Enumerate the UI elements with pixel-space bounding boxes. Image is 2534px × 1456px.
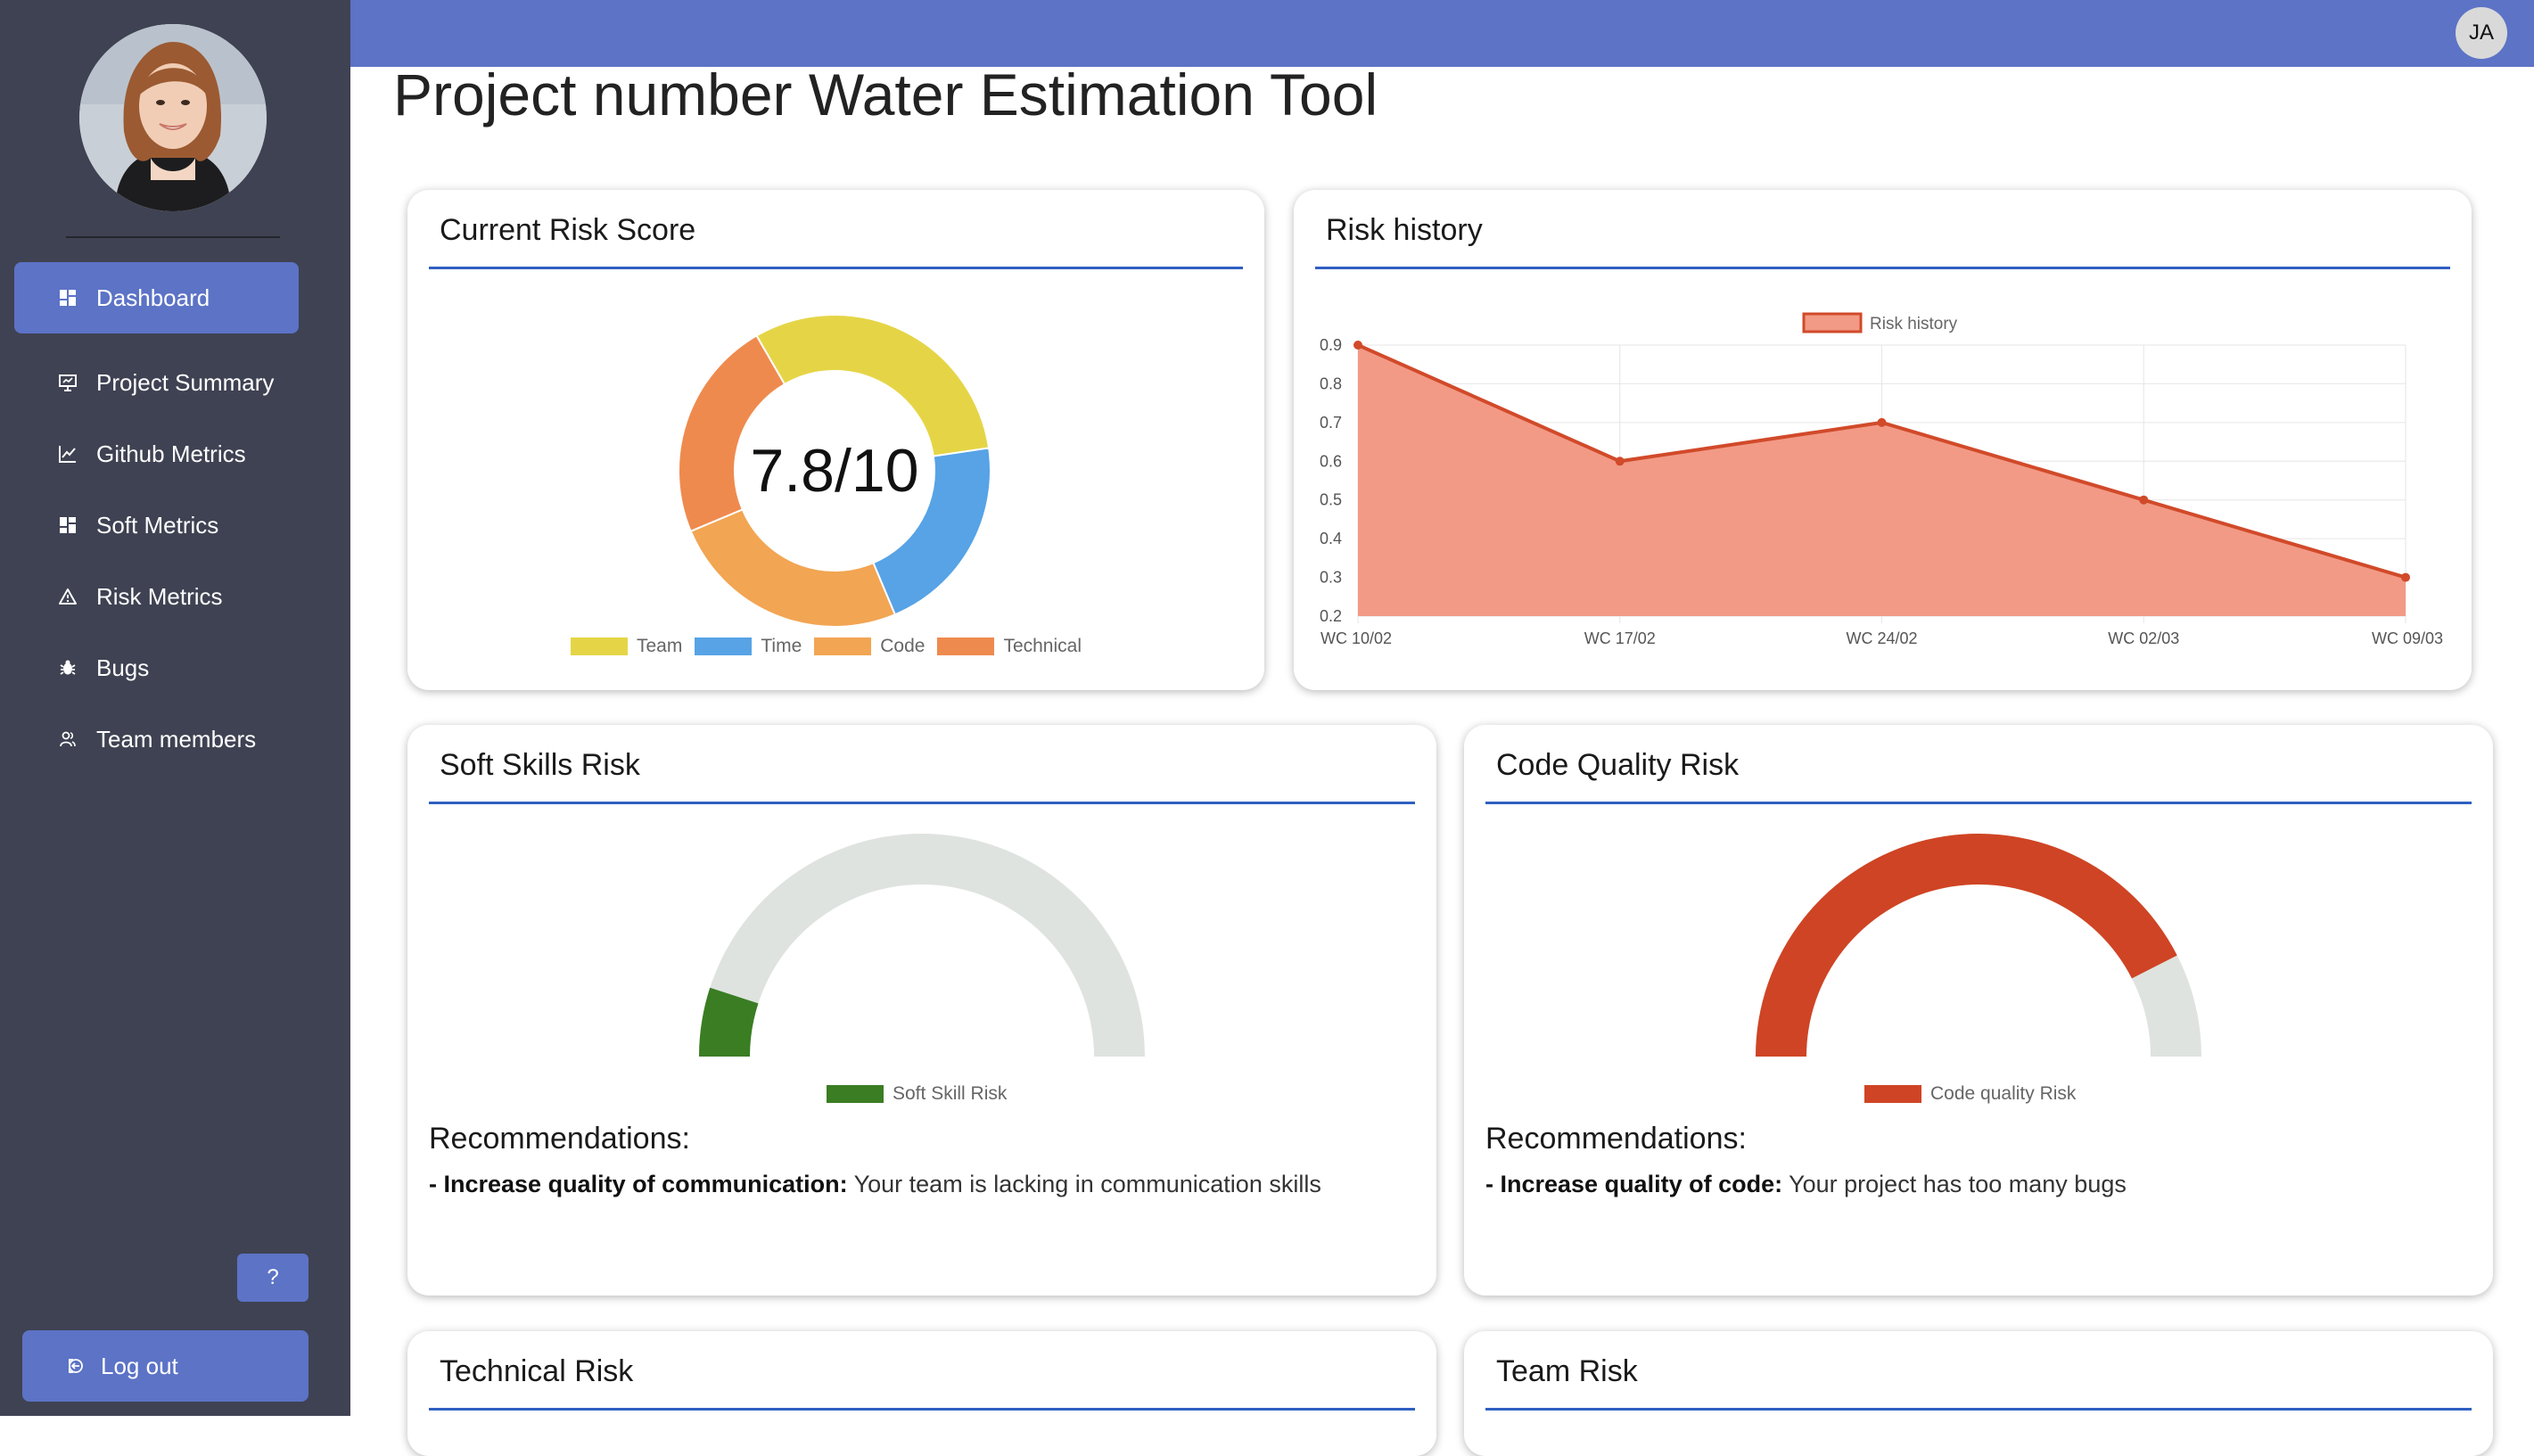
logout-icon: [65, 1355, 86, 1377]
risk-score-legend: Team Time Code Technical: [571, 636, 1094, 657]
recommendation-action: - Increase quality of code:: [1485, 1171, 1783, 1197]
legend-swatch-technical: [937, 638, 995, 655]
sidebar-item-label: Bugs: [96, 654, 150, 681]
card-title: Soft Skills Risk: [440, 748, 640, 782]
logout-button[interactable]: Log out: [22, 1330, 309, 1402]
sidebar-item-risk-metrics[interactable]: Risk Metrics: [14, 561, 299, 632]
card-title-rule: [1485, 802, 2472, 804]
sidebar: Dashboard Project Summary Github Metrics…: [0, 0, 350, 1416]
legend-swatch-time: [695, 638, 753, 655]
gauge-track: [699, 834, 1145, 1057]
logout-label: Log out: [101, 1352, 178, 1379]
avatar: [79, 24, 267, 211]
presentation-icon: [57, 372, 78, 393]
sidebar-item-label: Dashboard: [96, 284, 210, 311]
sidebar-divider: [66, 236, 280, 238]
sidebar-item-soft-metrics[interactable]: Soft Metrics: [14, 489, 299, 561]
soft-skill-legend: Soft Skill Risk: [827, 1083, 1019, 1105]
y-tick-label: 0.4: [1320, 530, 1342, 547]
soft-skill-gauge-chart: [699, 834, 1145, 1057]
x-tick-label: WC 10/02: [1320, 629, 1392, 647]
x-tick-label: WC 24/02: [1846, 629, 1917, 647]
legend-swatch-code-quality: [1864, 1085, 1921, 1103]
legend-label-code-quality: Code quality Risk: [1930, 1083, 2077, 1104]
y-tick-label: 0.5: [1320, 491, 1342, 509]
technical-risk-card: Technical Risk: [407, 1331, 1436, 1456]
avatar-photo: [79, 24, 267, 211]
recommendations-heading: Recommendations:: [429, 1122, 690, 1156]
soft-skills-risk-card: Soft Skills Risk Soft Skill Risk Recomme…: [407, 725, 1436, 1296]
y-tick-label: 0.2: [1320, 607, 1342, 625]
data-point: [2139, 495, 2149, 505]
risk-history-area-chart: 0.9 0.8 0.7 0.6 0.5 0.4 0.3 0.2 WC 10/02 WC 17/02…: [1320, 312, 2443, 647]
recommendations-heading: Recommendations:: [1485, 1122, 1747, 1156]
y-tick-label: 0.3: [1320, 569, 1342, 587]
code-quality-risk-card: Code Quality Risk Code quality Risk Reco…: [1464, 725, 2493, 1296]
team-risk-card: Team Risk: [1464, 1331, 2493, 1456]
sidebar-item-label: Risk Metrics: [96, 582, 223, 610]
risk-score-value: 7.8/10: [750, 437, 919, 505]
data-point: [2401, 572, 2410, 582]
legend-label-team: Team: [637, 636, 683, 656]
legend-swatch-code: [814, 638, 872, 655]
legend-label-technical: Technical: [1003, 636, 1082, 656]
code-quality-gauge-chart: [1756, 834, 2201, 1057]
risk-history-card: Risk history 0.9 0.8 0.7 0.6 0.5 0.4 0.3 0.2 WC …: [1294, 190, 2472, 690]
sidebar-item-label: Soft Metrics: [96, 511, 219, 539]
sidebar-item-label: Team members: [96, 725, 257, 753]
people-icon: [57, 728, 78, 750]
top-bar: [350, 0, 2534, 67]
data-point: [1877, 417, 1887, 427]
grid-icon: [57, 514, 78, 536]
sidebar-item-label: Github Metrics: [96, 440, 246, 467]
warning-triangle-icon: [57, 586, 78, 607]
card-title-rule: [1485, 1408, 2472, 1411]
gauge-value-arc: [1756, 834, 2177, 1057]
legend-swatch-team: [571, 638, 628, 655]
line-chart-icon: [57, 443, 78, 465]
current-risk-score-card: Current Risk Score 7.8/10 Team Time Code…: [407, 190, 1264, 690]
sidebar-item-dashboard[interactable]: Dashboard: [14, 262, 299, 333]
legend-label-risk-history: Risk history: [1870, 315, 1958, 333]
legend-label-soft-skill: Soft Skill Risk: [893, 1083, 1008, 1104]
card-title: Team Risk: [1496, 1354, 1638, 1388]
legend-label-time: Time: [761, 636, 802, 656]
y-tick-label: 0.7: [1320, 414, 1342, 432]
sidebar-item-team-members[interactable]: Team members: [14, 703, 299, 775]
y-tick-label: 0.8: [1320, 374, 1342, 392]
y-tick-label: 0.6: [1320, 452, 1342, 470]
help-button[interactable]: ?: [237, 1254, 309, 1302]
y-tick-label: 0.9: [1320, 336, 1342, 354]
recommendation-item: - Increase quality of communication: You…: [429, 1171, 1321, 1198]
recommendation-reason: Your project has too many bugs: [1782, 1171, 2127, 1197]
sidebar-item-label: Project Summary: [96, 368, 275, 396]
legend-swatch-risk-history: [1802, 312, 1863, 333]
card-title: Code Quality Risk: [1496, 748, 1740, 782]
x-tick-label: WC 09/03: [2372, 629, 2443, 647]
recommendation-action: - Increase quality of communication:: [429, 1171, 848, 1197]
card-title: Technical Risk: [440, 1354, 634, 1388]
legend-label-code: Code: [880, 636, 926, 656]
card-title-rule: [429, 1408, 1415, 1411]
legend-swatch-soft-skill: [827, 1085, 884, 1103]
data-point: [1615, 457, 1625, 466]
x-tick-label: WC 17/02: [1584, 629, 1656, 647]
page-title: Project number Water Estimation Tool: [393, 62, 1378, 128]
recommendation-reason: Your team is lacking in communication sk…: [847, 1171, 1321, 1197]
sidebar-item-project-summary[interactable]: Project Summary: [14, 347, 299, 418]
sidebar-item-bugs[interactable]: Bugs: [14, 632, 299, 703]
data-point: [1353, 341, 1362, 350]
card-title: Current Risk Score: [440, 213, 696, 247]
sidebar-item-github-metrics[interactable]: Github Metrics: [14, 418, 299, 489]
x-tick-label: WC 02/03: [2108, 629, 2179, 647]
card-title-rule: [429, 267, 1243, 269]
card-title-rule: [429, 802, 1415, 804]
dashboard-icon: [57, 287, 78, 308]
recommendation-item: - Increase quality of code: Your project…: [1485, 1171, 2127, 1198]
bug-icon: [57, 657, 78, 679]
code-quality-legend: Code quality Risk: [1864, 1083, 2088, 1105]
user-avatar-badge[interactable]: JA: [2456, 7, 2507, 59]
